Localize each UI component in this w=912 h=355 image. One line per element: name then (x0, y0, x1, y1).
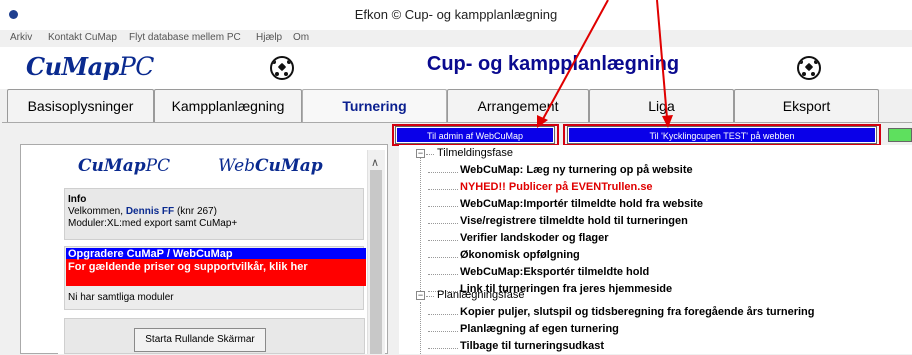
tree.phase1-item[interactable]: Verifier landskoder og flager (460, 232, 609, 244)
upgrade-link[interactable]: For gældende priser og supportvilkår, kl… (68, 261, 366, 274)
tree.phase1-item[interactable]: Vise/registrere tilmeldte hold til turne… (460, 215, 688, 227)
scroll-thumb[interactable] (370, 170, 382, 354)
tree.phase2-item[interactable]: Tilbage til turneringsudkast (460, 340, 604, 352)
welcome-line: Velkommen, Dennis FF (knr 267) (68, 206, 217, 217)
menu-om[interactable]: Om (293, 32, 309, 43)
menu-flyt-database[interactable]: Flyt database mellem PC (129, 32, 241, 43)
all-modules-text: Ni har samtliga moduler (68, 292, 174, 303)
tree-line (428, 348, 458, 349)
tree-line (420, 302, 421, 354)
page-title: Cup- og kampplanlægning (426, 53, 680, 75)
tab-turnering[interactable]: Turnering (302, 89, 447, 122)
tab-kampplanlaegning[interactable]: Kampplanlægning (154, 89, 302, 122)
status-indicator (888, 128, 912, 142)
collapse-icon[interactable]: − (416, 149, 425, 158)
menu-hjaelp[interactable]: Hjælp (256, 32, 282, 43)
webpage-button[interactable]: Til 'Kycklingcupen TEST' på webben (567, 126, 877, 144)
tree-line (428, 189, 458, 190)
tree-phase-planlaegning[interactable]: Planlægningsfase (437, 289, 524, 301)
start-rolling-screens-button[interactable]: Starta Rullande Skärmar (134, 328, 266, 352)
tree-line (428, 223, 458, 224)
tree-phase-tilmelding[interactable]: Tilmeldingsfase (437, 147, 513, 159)
admin-webcumap-button[interactable]: Til admin af WebCuMap (395, 126, 555, 144)
collapse-icon[interactable]: − (416, 291, 425, 300)
tree.phase2-item[interactable]: Planlægning af egen turnering (460, 323, 619, 335)
tree.phase1-item[interactable]: WebCuMap:Eksportér tilmeldte hold (460, 266, 649, 278)
menu-arkiv[interactable]: Arkiv (10, 32, 32, 43)
tab-liga[interactable]: Liga (589, 89, 734, 122)
tree-line (428, 172, 458, 173)
cumap-logo: CuMapPC (26, 52, 154, 81)
tree.phase1-item[interactable]: Økonomisk opfølgning (460, 249, 580, 261)
tab-eksport[interactable]: Eksport (734, 89, 879, 122)
tree-line (428, 206, 458, 207)
tab-basisoplysninger[interactable]: Basisoplysninger (7, 89, 154, 122)
tree.phase1-item[interactable]: WebCuMap: Læg ny turnering op på website (460, 164, 693, 176)
modules-info: Moduler:XL:med export samt CuMap+ (68, 218, 238, 229)
football-icon (797, 56, 821, 80)
football-icon (270, 56, 294, 80)
tree.phase1-item[interactable]: WebCuMap:Importér tilmeldte hold fra web… (460, 198, 703, 210)
tree-line (428, 257, 458, 258)
tree-line (428, 274, 458, 275)
scroll-up-icon[interactable]: ∧ (369, 156, 381, 169)
menu-kontakt[interactable]: Kontakt CuMap (48, 32, 117, 43)
info-title: Info (68, 194, 87, 205)
tree-line (428, 314, 458, 315)
tree-line (428, 331, 458, 332)
tab-arrangement[interactable]: Arrangement (447, 89, 589, 122)
tree-line (420, 157, 421, 297)
tree-line (426, 296, 434, 297)
cumap-pc-logo: CuMapPC (78, 156, 171, 176)
tree.phase2-item[interactable]: Kopier puljer, slutspil og tidsberegning… (460, 306, 815, 318)
user-name: Dennis FF (125, 206, 175, 217)
tree.phase1-item[interactable]: NYHED!! Publicer på EVENTrullen.se (460, 181, 653, 193)
window-title: Efkon © Cup- og kampplanlægning (354, 7, 558, 22)
tree-line (426, 154, 434, 155)
webcumap-logo: WebCuMap (218, 156, 323, 176)
upgrade-title: Opgradere CuMaP / WebCuMap (68, 248, 233, 260)
tree-line (428, 240, 458, 241)
